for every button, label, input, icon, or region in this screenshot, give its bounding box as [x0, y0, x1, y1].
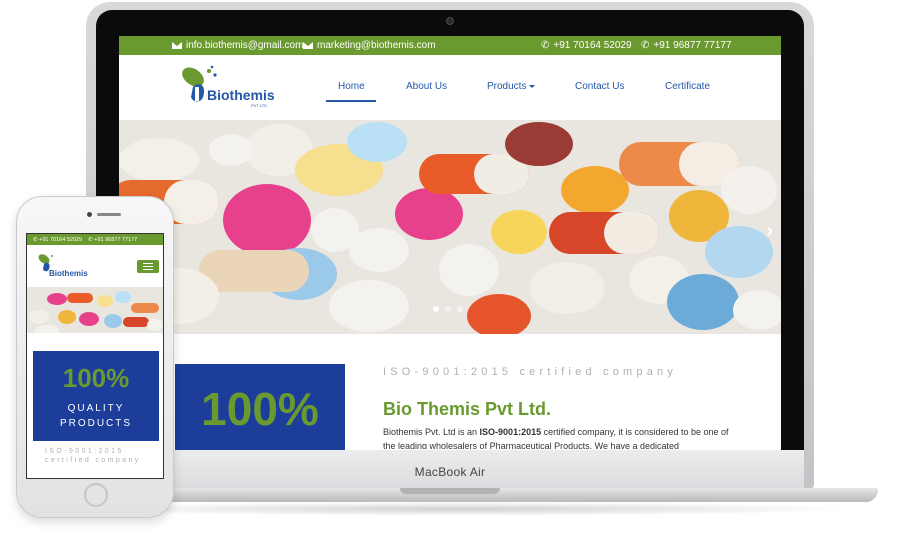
mobile-phone-2-text: +91 96877 77177	[94, 236, 138, 243]
caret-down-icon	[529, 84, 536, 88]
nav-contact-us[interactable]: Contact Us	[575, 81, 624, 92]
mobile-hero-image	[27, 287, 163, 333]
carousel-dot-3[interactable]	[457, 306, 463, 312]
site-logo[interactable]: Biothemis PVT LTD	[179, 63, 275, 111]
laptop-shadow	[60, 502, 860, 516]
mobile-navbar: Biothemis	[27, 245, 163, 287]
nav-home[interactable]: Home	[338, 81, 365, 92]
quality-highlight-value: 100%	[201, 383, 319, 435]
mobile-pills-photo	[27, 287, 163, 333]
phone-speaker	[97, 213, 121, 216]
envelope-icon	[172, 42, 182, 49]
main-navbar: Biothemis PVT LTD Home About Us Products…	[119, 55, 781, 120]
phone-camera-icon	[87, 212, 92, 217]
phone-icon: ✆	[641, 39, 650, 51]
nav-active-indicator	[326, 100, 376, 102]
mobile-quality-box: 100% QUALITY PRODUCTS	[33, 351, 159, 441]
hamburger-icon[interactable]	[137, 260, 159, 273]
contact-email-2[interactable]: marketing@biothemis.com	[303, 40, 436, 51]
carousel-dot-2[interactable]	[445, 306, 451, 312]
mobile-phone-1-text: +91 70164 52029	[39, 236, 83, 243]
email-2-text: marketing@biothemis.com	[317, 40, 436, 51]
phone-1-text: +91 70164 52029	[553, 40, 632, 51]
phone-screen: ✆ +91 70164 52029 ✆ +91 96877 77177 Biot…	[26, 233, 164, 479]
pills-photo	[119, 120, 781, 334]
laptop-brand-label: MacBook Air	[414, 465, 486, 479]
email-1-text: info.biothemis@gmail.com	[186, 40, 304, 51]
logo-name: Biothemis	[207, 87, 275, 103]
contact-bar: info.biothemis@gmail.com marketing@bioth…	[119, 36, 781, 55]
nav-about-us[interactable]: About Us	[406, 81, 447, 92]
camera-icon	[446, 17, 454, 25]
contact-phone-2[interactable]: ✆ +91 96877 77177	[641, 40, 732, 51]
mobile-quality-line1: QUALITY	[67, 403, 125, 414]
iso-tagline: ISO-9001:2015 certified company	[383, 366, 678, 378]
quality-highlight-box: 100%	[175, 364, 345, 454]
mobile-logo-name[interactable]: Biothemis	[49, 269, 88, 278]
phone-2-text: +91 96877 77177	[653, 40, 732, 51]
nav-certificate[interactable]: Certificate	[665, 81, 710, 92]
nav-products-label: Products	[487, 81, 527, 92]
company-title: Bio Themis Pvt Ltd.	[383, 399, 552, 419]
mobile-phone-1[interactable]: ✆ +91 70164 52029	[33, 237, 82, 243]
contact-email-1[interactable]: info.biothemis@gmail.com	[172, 40, 303, 51]
desc-iso-bold: ISO-9001:2015	[479, 427, 542, 437]
mobile-contact-bar: ✆ +91 70164 52029 ✆ +91 96877 77177	[27, 234, 163, 245]
logo-suffix: PVT LTD	[251, 103, 268, 108]
phone-icon: ✆	[541, 39, 550, 51]
home-button-icon[interactable]	[84, 483, 108, 507]
carousel-dot-1[interactable]	[433, 306, 439, 312]
envelope-icon	[303, 42, 313, 49]
nav-products[interactable]: Products	[487, 81, 536, 92]
mobile-quality-value: 100%	[62, 363, 130, 393]
laptop-notch	[400, 488, 500, 494]
mobile-quality-line2: PRODUCTS	[59, 418, 133, 429]
mobile-iso-tagline: ISO-9001:2015 certified company	[45, 448, 141, 464]
chevron-right-icon[interactable]: ›	[766, 220, 773, 243]
hero-carousel[interactable]: ›	[119, 120, 781, 334]
desc-prefix: Biothemis Pvt. Ltd is an	[383, 427, 480, 437]
company-description: Biothemis Pvt. Ltd is an ISO-9001:2015 c…	[383, 425, 733, 449]
contact-phone-1[interactable]: ✆ +91 70164 52029	[541, 40, 632, 51]
mobile-phone-2[interactable]: ✆ +91 96877 77177	[88, 237, 137, 243]
